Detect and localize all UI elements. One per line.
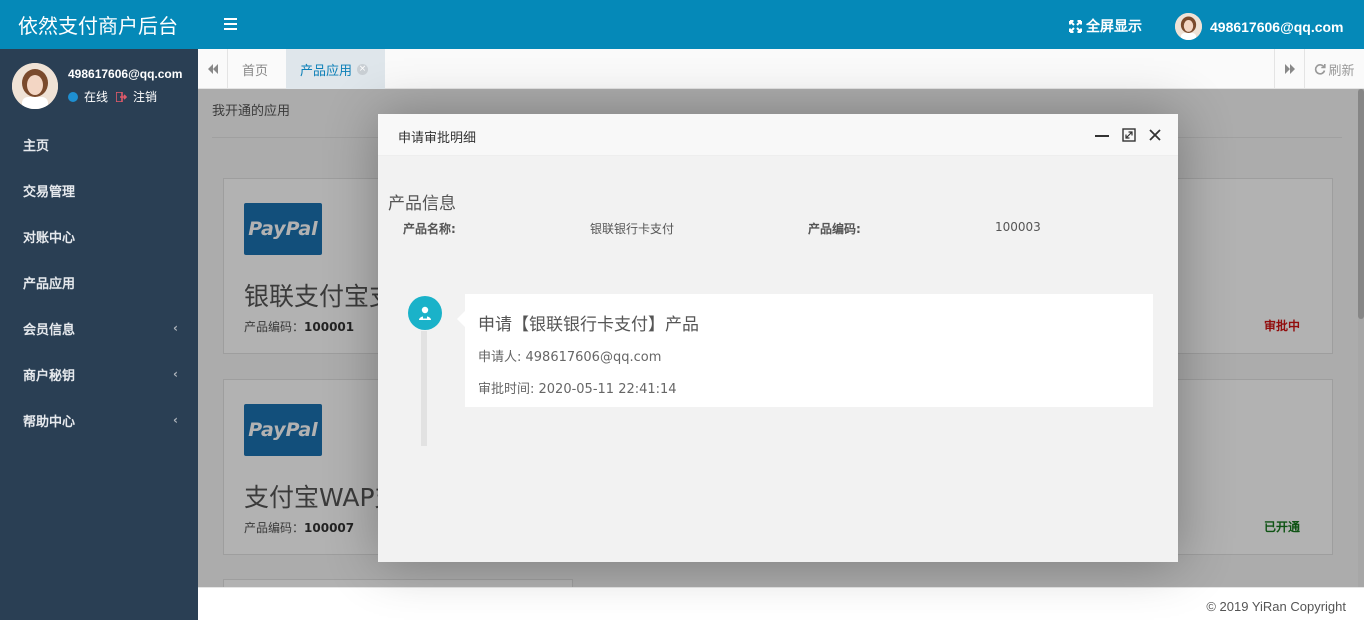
timeline-arrow: [457, 311, 465, 327]
tab-home[interactable]: 首页: [242, 49, 268, 89]
fullscreen-label: 全屏显示: [1086, 19, 1142, 35]
tab-label: 首页: [242, 63, 269, 79]
approval-detail-dialog: 申请审批明细 产品信息 产品名称: 银联银行卡支付 产品编码: 100003 申…: [378, 114, 1178, 562]
expand-icon: [1069, 19, 1082, 33]
header-user-name: 498617606@qq.com: [1210, 18, 1344, 35]
sidebar-item-label: 对账中心: [23, 230, 76, 246]
sidebar-item-label: 商户秘钥: [23, 368, 76, 384]
refresh-label: 刷新: [1328, 63, 1355, 79]
sidebar-item-label: 主页: [23, 138, 50, 154]
product-name-value: 银联银行卡支付: [590, 222, 675, 236]
logout-icon[interactable]: [116, 91, 128, 102]
close-icon[interactable]: [1148, 128, 1162, 142]
tab-bar: 首页 产品应用 × 刷新: [198, 49, 1364, 89]
sidebar: 依然支付商户后台 498617606@qq.com 在线 注销 主页 交易管理 …: [0, 0, 198, 620]
dialog-title: 申请审批明细: [398, 131, 477, 146]
sidebar-item-members[interactable]: 会员信息 ‹: [0, 305, 198, 351]
sidebar-item-label: 产品应用: [23, 276, 76, 292]
refresh-button[interactable]: 刷新: [1304, 49, 1364, 89]
header-user-menu[interactable]: 498617606@qq.com: [1175, 13, 1344, 40]
timeline-title: 申请【银联银行卡支付】产品: [478, 315, 699, 335]
maximize-icon[interactable]: [1122, 128, 1136, 142]
tab-close-icon[interactable]: ×: [357, 63, 369, 75]
section-title: 产品信息: [388, 194, 456, 214]
sidebar-item-home[interactable]: 主页: [0, 121, 198, 167]
minimize-icon[interactable]: [1095, 128, 1109, 142]
timeline-applicant: 申请人: 498617606@qq.com: [478, 350, 662, 365]
sidebar-item-help[interactable]: 帮助中心 ‹: [0, 397, 198, 443]
sidebar-item-keys[interactable]: 商户秘钥 ‹: [0, 351, 198, 397]
logout-link[interactable]: 注销: [133, 88, 157, 105]
product-code-label: 产品编码:: [808, 222, 861, 236]
online-dot-icon: [68, 91, 78, 102]
tab-scroll-right-button[interactable]: [1274, 49, 1304, 89]
chevron-left-icon: ‹: [173, 321, 178, 335]
user-avatar: [12, 63, 58, 109]
sidebar-menu: 主页 交易管理 对账中心 产品应用 会员信息 ‹ 商户秘钥 ‹ 帮助中心 ‹: [0, 121, 198, 443]
online-status-text: 在线: [84, 90, 109, 104]
user-status: 在线 注销: [68, 88, 157, 105]
header-avatar: [1175, 13, 1202, 40]
sidebar-item-reconciliation[interactable]: 对账中心: [0, 213, 198, 259]
product-code-value: 100003: [995, 220, 1041, 234]
refresh-icon: [1315, 64, 1327, 75]
tab-scroll-left-button[interactable]: [198, 49, 228, 89]
user-name: 498617606@qq.com: [68, 67, 183, 81]
fullscreen-button[interactable]: 全屏显示: [1069, 16, 1142, 36]
double-left-icon: [207, 64, 218, 74]
user-panel: 498617606@qq.com 在线 注销: [0, 49, 198, 121]
sidebar-item-label: 交易管理: [23, 184, 76, 200]
sidebar-item-transactions[interactable]: 交易管理: [0, 167, 198, 213]
copyright-text: © 2019 YiRan Copyright: [1206, 599, 1346, 614]
dialog-header[interactable]: 申请审批明细: [378, 114, 1178, 156]
sidebar-item-label: 帮助中心: [23, 414, 76, 430]
sidebar-item-label: 会员信息: [23, 322, 76, 338]
menu-toggle-icon[interactable]: [224, 17, 238, 31]
tab-products[interactable]: 产品应用 ×: [286, 49, 385, 89]
timeline-item: 申请【银联银行卡支付】产品 申请人: 498617606@qq.com 审批时间…: [457, 294, 1153, 407]
top-header: 全屏显示 498617606@qq.com: [198, 0, 1364, 49]
timeline-line: [421, 331, 427, 446]
brand-title[interactable]: 依然支付商户后台: [0, 0, 198, 49]
chevron-left-icon: ‹: [173, 367, 178, 381]
double-right-icon: [1284, 64, 1295, 74]
product-name-label: 产品名称:: [403, 222, 456, 236]
tab-label: 产品应用: [300, 63, 353, 79]
footer: © 2019 YiRan Copyright: [198, 587, 1364, 620]
timeline-time: 审批时间: 2020-05-11 22:41:14: [478, 382, 677, 397]
chevron-left-icon: ‹: [173, 413, 178, 427]
sidebar-item-products[interactable]: 产品应用: [0, 259, 198, 305]
user-badge-icon: [408, 296, 442, 330]
